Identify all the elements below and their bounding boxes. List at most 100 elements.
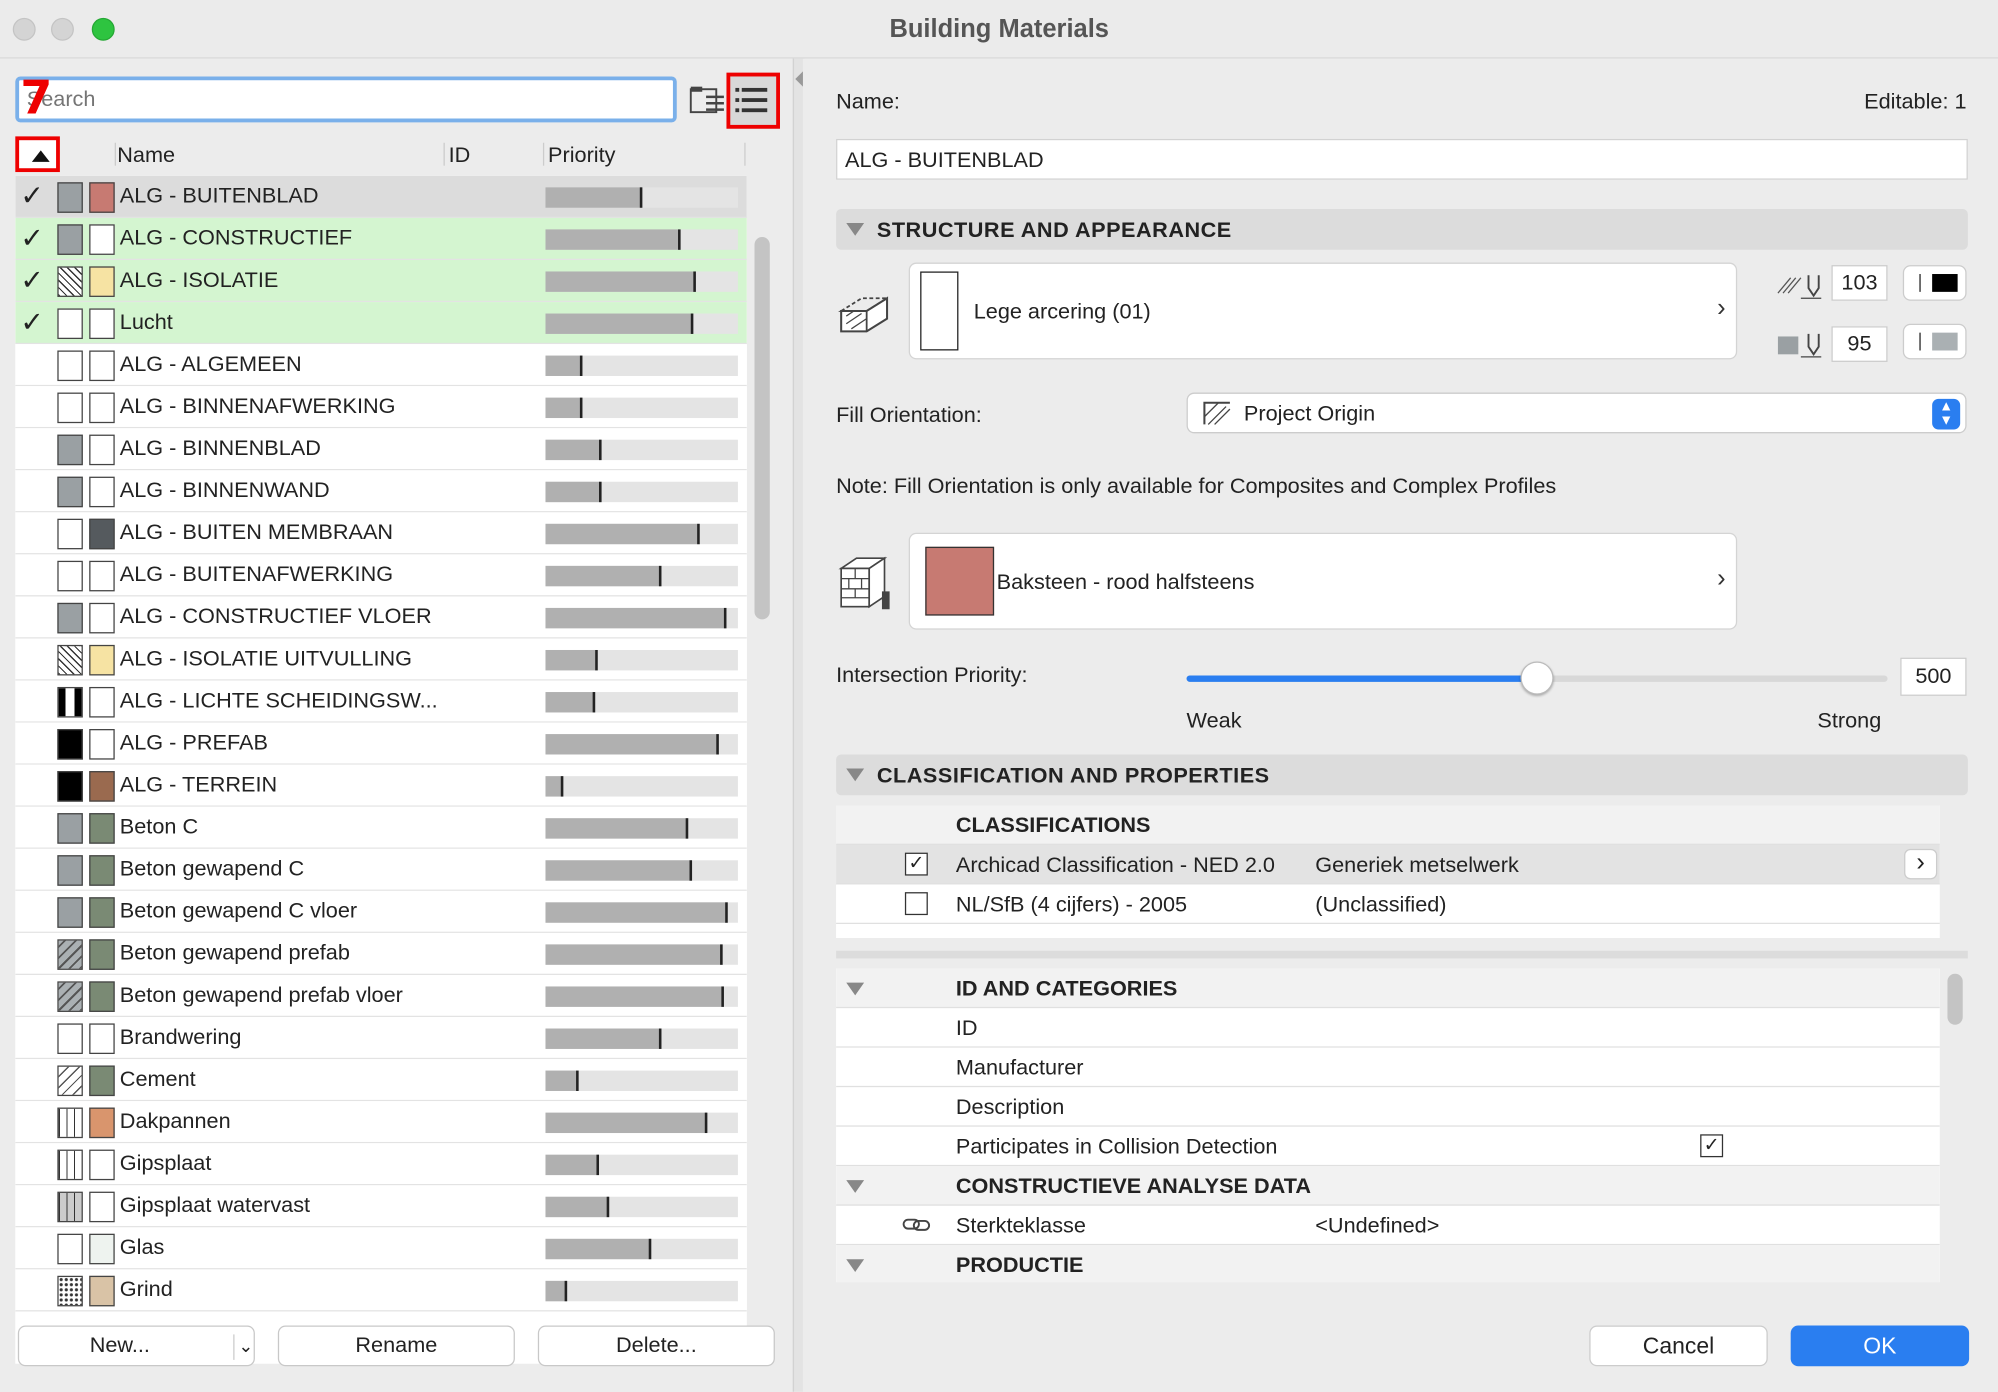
material-row[interactable]: ALG - LICHTE SCHEIDINGSW... — [15, 680, 747, 723]
surface-swatch — [89, 602, 115, 634]
id-categories-header[interactable]: ID AND CATEGORIES — [836, 968, 1940, 1009]
delete-button[interactable]: Delete... — [537, 1325, 775, 1367]
search-input[interactable] — [15, 76, 677, 123]
classifications-header: CLASSIFICATIONS — [836, 805, 1940, 845]
cut-fill-swatch — [57, 1107, 83, 1139]
classification-row[interactable]: NL/SfB (4 cijfers) - 2005 (Unclassified) — [836, 885, 1940, 925]
cut-fill-swatch — [57, 1233, 83, 1265]
analysis-header[interactable]: CONSTRUCTIEVE ANALYSE DATA — [836, 1166, 1940, 1206]
property-row[interactable]: Description — [836, 1087, 1940, 1127]
list-scrollbar[interactable] — [754, 237, 770, 620]
material-row[interactable]: ✓ Lucht — [15, 302, 747, 345]
fill-background-pen-field[interactable]: 95 — [1831, 326, 1888, 362]
fill-foreground-color[interactable] — [1902, 265, 1967, 301]
fill-foreground-pen-icon — [1777, 275, 1822, 299]
cut-fill-swatch — [57, 1275, 83, 1307]
editable-label: Editable: 1 — [1864, 89, 1967, 114]
intersection-priority-field[interactable]: 500 — [1900, 657, 1967, 696]
material-row[interactable]: ✓ ALG - BUITENBLAD — [15, 175, 747, 218]
list-view-button[interactable] — [726, 72, 780, 129]
material-row[interactable]: Grind — [15, 1269, 747, 1312]
material-row[interactable]: Beton gewapend prefab vloer — [15, 974, 747, 1018]
fill-foreground-pen-field[interactable]: 103 — [1831, 265, 1888, 301]
material-name: ALG - BINNENBLAD — [119, 435, 321, 461]
surface-picker[interactable]: Baksteen - rood halfsteens › — [908, 532, 1738, 630]
property-name: Description — [955, 1094, 1065, 1120]
section-classification-properties[interactable]: CLASSIFICATION AND PROPERTIES — [836, 754, 1968, 796]
material-row[interactable]: ✓ ALG - ISOLATIE — [15, 259, 747, 303]
material-row[interactable]: ✓ ALG - CONSTRUCTIEF — [15, 217, 747, 260]
material-name: Beton gewapend prefab — [119, 940, 350, 965]
productie-header[interactable]: PRODUCTIE — [836, 1245, 1940, 1283]
material-row[interactable]: ALG - ISOLATIE UITVULLING — [15, 638, 747, 681]
material-row[interactable]: Glas — [15, 1227, 747, 1270]
column-priority[interactable]: Priority — [548, 143, 615, 168]
materials-list[interactable]: ✓ ALG - BUITENBLAD ✓ ALG - CONSTRUCTIEF ✓ ALG… — [15, 175, 747, 1364]
material-row[interactable]: ALG - BINNENAFWERKING — [15, 386, 747, 429]
chevron-down-icon[interactable]: ⌄ — [238, 1327, 253, 1365]
chevron-right-icon[interactable]: › — [1904, 848, 1938, 880]
fill-orientation-icon — [1203, 401, 1231, 425]
material-row[interactable]: ALG - BINNENWAND — [15, 470, 747, 513]
column-name[interactable]: Name — [117, 143, 175, 168]
material-row[interactable]: Beton C — [15, 806, 747, 849]
section-structure-appearance[interactable]: STRUCTURE AND APPEARANCE — [836, 209, 1968, 250]
name-field[interactable]: ALG - BUITENBLAD — [836, 138, 1968, 180]
cut-fill-swatch — [57, 1065, 83, 1097]
property-row[interactable]: ID — [836, 1008, 1940, 1048]
intersection-priority-slider[interactable] — [1186, 661, 1888, 695]
material-name: ALG - CONSTRUCTIEF VLOER — [119, 604, 432, 629]
material-row[interactable]: ALG - PREFAB — [15, 722, 747, 765]
column-id[interactable]: ID — [449, 143, 471, 168]
collision-detection-checkbox[interactable]: ✓ — [1700, 1134, 1724, 1158]
material-row[interactable]: Gipsplaat watervast — [15, 1185, 747, 1228]
slider-knob[interactable] — [1520, 661, 1554, 695]
classification-checkbox[interactable] — [904, 892, 928, 916]
surface-name: Baksteen - rood halfsteens — [996, 569, 1255, 594]
property-row[interactable]: Manufacturer — [836, 1048, 1940, 1088]
title-bar: Building Materials — [0, 0, 1998, 59]
classification-row[interactable]: ✓ Archicad Classification - NED 2.0 Generi… — [836, 844, 1940, 885]
material-row[interactable]: Brandwering — [15, 1017, 747, 1060]
material-row[interactable]: Gipsplaat — [15, 1143, 747, 1186]
priority-bar — [545, 944, 738, 965]
cut-fill-swatch — [57, 1191, 83, 1223]
analysis-row[interactable]: Sterkteklasse <Undefined> — [836, 1206, 1940, 1246]
material-row[interactable]: ALG - ALGEMEEN — [15, 344, 747, 387]
property-row[interactable]: Participates in Collision Detection ✓ — [836, 1127, 1940, 1167]
material-row[interactable]: ALG - BUITEN MEMBRAAN — [15, 512, 747, 555]
cut-fill-picker[interactable]: Lege arcering (01) › — [908, 262, 1738, 360]
fill-background-color[interactable] — [1902, 323, 1967, 360]
material-name: Glas — [119, 1234, 165, 1260]
ok-button[interactable]: OK — [1790, 1325, 1970, 1367]
cut-fill-swatch — [57, 686, 83, 718]
material-row[interactable]: ALG - TERREIN — [15, 764, 747, 807]
material-row[interactable]: Dakpannen — [15, 1101, 747, 1144]
classification-checkbox[interactable]: ✓ — [904, 852, 928, 876]
material-row[interactable]: ALG - BUITENAFWERKING — [15, 554, 747, 597]
priority-bar — [545, 523, 738, 545]
material-row[interactable]: Beton gewapend C — [15, 848, 747, 891]
rename-button[interactable]: Rename — [277, 1325, 515, 1367]
cut-fill-swatch — [57, 897, 83, 928]
material-row[interactable]: Beton gewapend prefab — [15, 932, 747, 975]
material-row[interactable]: ALG - BINNENBLAD — [15, 428, 747, 471]
material-name: Gipsplaat watervast — [119, 1192, 311, 1218]
materials-list-panel: 7 Name ID Priority — [0, 58, 793, 1392]
properties-scrollbar[interactable] — [1947, 973, 1963, 1025]
surface-swatch — [89, 350, 115, 382]
classification-system: NL/SfB (4 cijfers) - 2005 — [955, 892, 1188, 917]
folder-view-button[interactable] — [688, 82, 726, 120]
material-name: Dakpannen — [119, 1108, 231, 1134]
new-button[interactable]: New... ⌄ — [17, 1325, 255, 1367]
material-row[interactable]: Cement — [15, 1059, 747, 1102]
material-row[interactable]: ALG - CONSTRUCTIEF VLOER — [15, 596, 747, 639]
material-row[interactable]: Beton gewapend C vloer — [15, 890, 747, 933]
fill-orientation-select[interactable]: Project Origin ▲ ▼ — [1186, 392, 1967, 434]
panel-splitter[interactable] — [792, 58, 803, 1392]
intersection-priority-label: Intersection Priority: — [836, 662, 1028, 687]
material-name: ALG - CONSTRUCTIEF — [119, 225, 353, 250]
cancel-button[interactable]: Cancel — [1589, 1325, 1768, 1367]
material-name: Gipsplaat — [119, 1150, 212, 1176]
sort-ascending-button[interactable] — [15, 136, 60, 173]
